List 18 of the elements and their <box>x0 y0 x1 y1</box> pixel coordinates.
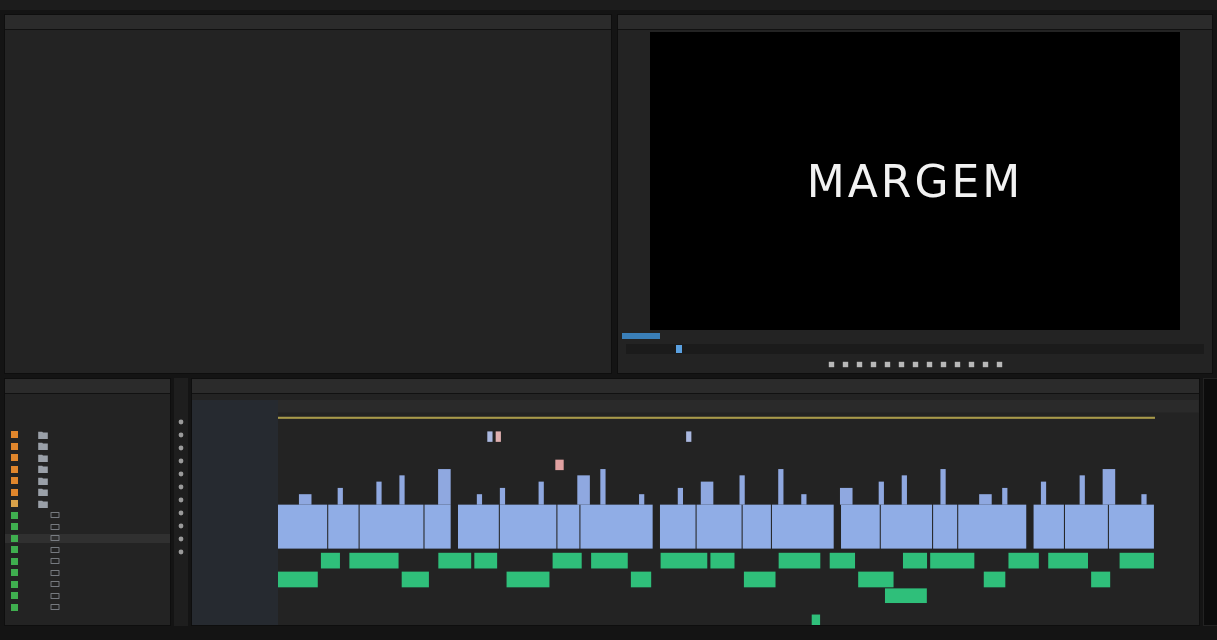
folder-icon[interactable] <box>38 442 48 451</box>
clip-icon[interactable] <box>50 545 60 554</box>
clip-icon[interactable] <box>50 557 60 566</box>
clip-icon[interactable] <box>50 591 60 600</box>
folder-icon[interactable] <box>38 430 48 439</box>
folder-icon[interactable] <box>38 465 48 474</box>
folder-icon[interactable] <box>38 453 48 462</box>
clip-icon[interactable] <box>50 511 60 520</box>
clip-icon[interactable] <box>50 603 60 612</box>
clip-icon[interactable] <box>50 568 60 577</box>
frame-title-text: MARGEM <box>806 155 1024 207</box>
clip-icon[interactable] <box>50 580 60 589</box>
timecode-display <box>622 333 660 339</box>
folder-icon[interactable] <box>38 476 48 485</box>
clip-icon[interactable] <box>50 522 60 531</box>
folder-icon[interactable] <box>38 488 48 497</box>
folder-icon[interactable] <box>38 499 48 508</box>
clip-icon[interactable] <box>50 534 60 543</box>
